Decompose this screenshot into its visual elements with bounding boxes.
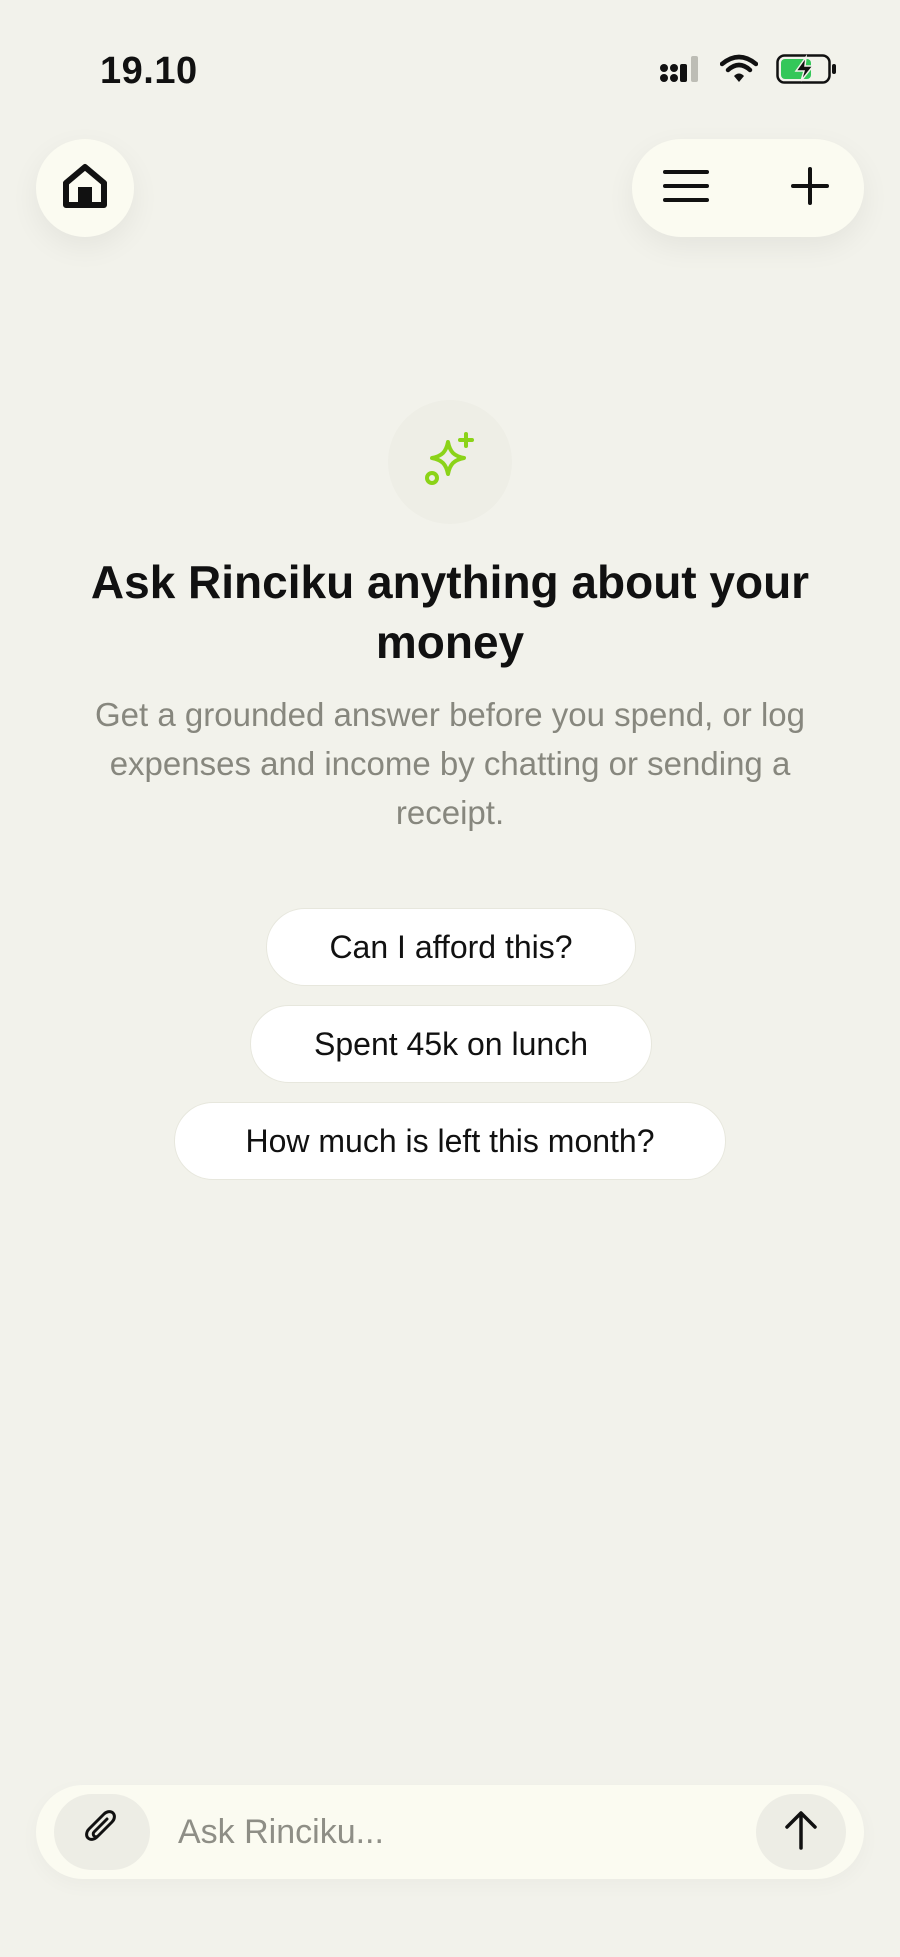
sparkle-icon (422, 431, 478, 493)
wifi-icon (719, 54, 759, 89)
cellular-signal-icon (658, 54, 702, 89)
attach-button[interactable] (54, 1794, 150, 1870)
menu-icon (663, 169, 709, 208)
suggestion-chip-afford[interactable]: Can I afford this? (266, 908, 636, 986)
chat-screen: 19.10 Ask Rinciku anything about your mo… (0, 0, 900, 1957)
home-button[interactable] (36, 139, 134, 237)
new-chat-button[interactable] (786, 164, 834, 212)
page-title: Ask Rinciku anything about your money (90, 556, 810, 668)
chat-composer (36, 1785, 864, 1879)
home-icon (62, 163, 108, 214)
menu-button[interactable] (662, 164, 710, 212)
suggestion-chip-spent[interactable]: Spent 45k on lunch (250, 1005, 652, 1083)
paperclip-icon (82, 1809, 122, 1855)
sparkle-badge (388, 400, 512, 524)
send-button[interactable] (756, 1794, 846, 1870)
arrow-up-icon (783, 1810, 819, 1855)
status-time: 19.10 (100, 50, 198, 92)
battery-charging-icon (776, 54, 838, 89)
plus-icon (791, 166, 829, 210)
page-subtitle: Get a grounded answer before you spend, … (95, 696, 805, 831)
status-bar: 19.10 (0, 0, 900, 140)
status-icons (658, 54, 838, 89)
top-actions-pill (632, 139, 864, 237)
suggestion-chip-left[interactable]: How much is left this month? (174, 1102, 726, 1180)
chat-input[interactable] (178, 1797, 758, 1867)
